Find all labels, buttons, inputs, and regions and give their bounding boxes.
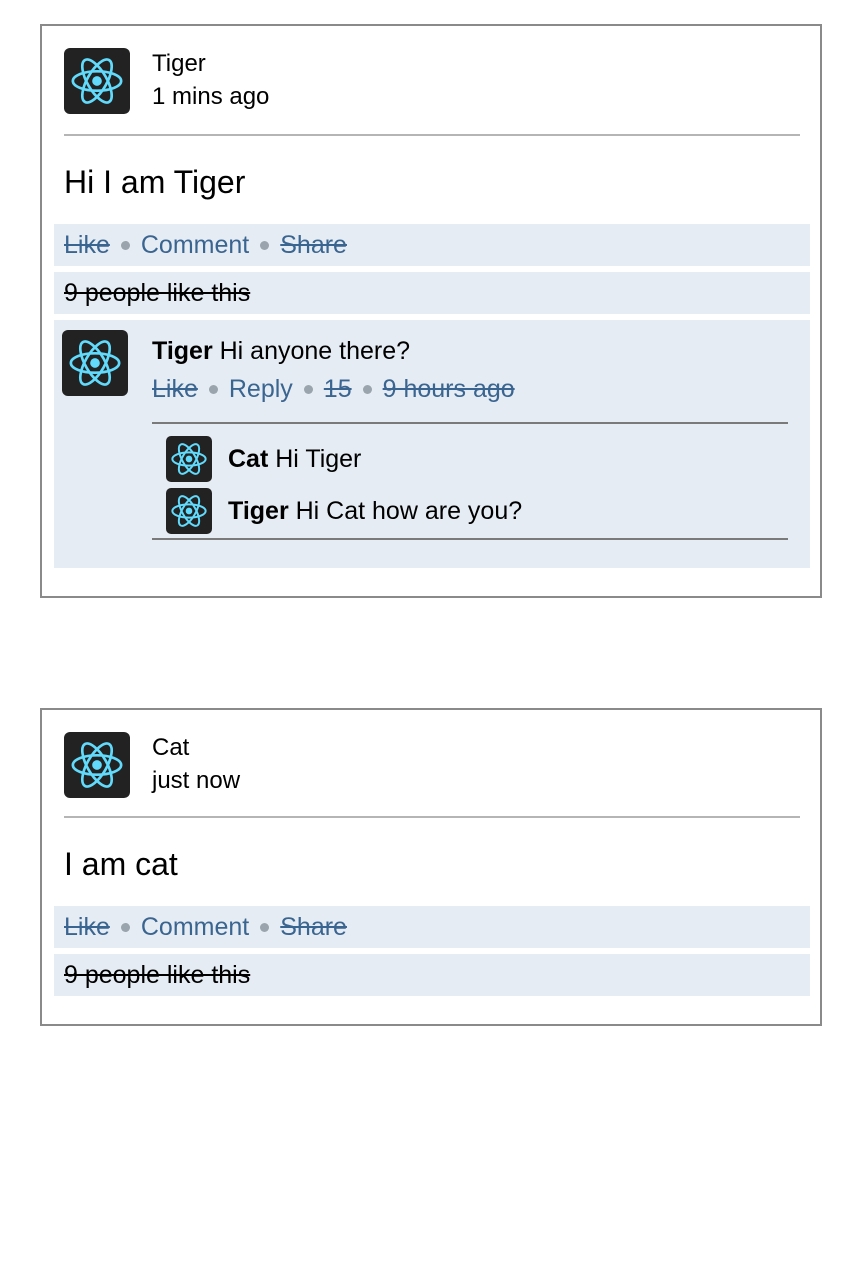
separator-dot (120, 240, 130, 250)
post-author[interactable]: Cat (152, 732, 652, 764)
react-atom-icon (71, 58, 123, 104)
comment-timestamp[interactable]: 9 hours ago (383, 374, 515, 404)
reply-item: Tiger Hi Cat how are you? (166, 488, 766, 534)
reply-author[interactable]: Cat (228, 445, 268, 473)
reply-link[interactable]: Reply (229, 374, 293, 404)
post-body: Hi I am Tiger (64, 164, 246, 200)
post-actions-bar: Like Comment Share (54, 906, 810, 948)
comment-like-link[interactable]: Like (152, 374, 198, 404)
reply-content: Tiger Hi Cat how are you? (228, 496, 522, 526)
comment-author[interactable]: Tiger (152, 337, 213, 365)
comment-actions: Like Reply 15 9 hours ago (152, 374, 515, 404)
separator-dot (208, 384, 218, 394)
reply-text: Hi Cat how are you? (295, 497, 523, 525)
post-body: I am cat (64, 846, 178, 882)
like-link[interactable]: Like (64, 231, 110, 260)
reply-author[interactable]: Tiger (228, 497, 289, 525)
share-link[interactable]: Share (280, 231, 347, 260)
separator-dot (260, 922, 270, 932)
react-atom-icon (171, 495, 207, 527)
post-timestamp: 1 mins ago (152, 83, 270, 110)
react-atom-icon (71, 742, 123, 788)
likes-count-text[interactable]: 9 people like this (64, 279, 250, 308)
separator-dot (362, 384, 372, 394)
react-atom-icon (69, 340, 121, 386)
like-link[interactable]: Like (64, 913, 110, 942)
likes-count-text[interactable]: 9 people like this (64, 961, 250, 990)
react-atom-icon (171, 443, 207, 475)
comments-section: Tiger Hi anyone there? Like Reply 15 9 h… (54, 320, 810, 568)
post-author[interactable]: Tiger (152, 48, 652, 80)
separator-dot (303, 384, 313, 394)
reply-avatar[interactable] (166, 488, 212, 534)
likes-summary: 9 people like this (54, 272, 810, 314)
divider (64, 816, 800, 818)
separator-dot (120, 922, 130, 932)
separator-dot (260, 240, 270, 250)
post-actions-bar: Like Comment Share (54, 224, 810, 266)
comment: Tiger Hi anyone there? Like Reply 15 9 h… (62, 330, 802, 403)
replies-list: Cat Hi Tiger Tiger Hi Cat how are you? (152, 422, 788, 540)
reply-content: Cat Hi Tiger (228, 444, 361, 474)
avatar[interactable] (64, 732, 130, 798)
avatar[interactable] (64, 48, 130, 114)
comment-avatar[interactable] (62, 330, 128, 396)
comment-link[interactable]: Comment (141, 913, 249, 942)
divider (64, 134, 800, 136)
comment-link[interactable]: Comment (141, 231, 249, 260)
post-card: Tiger 1 mins ago Hi I am Tiger Like Comm… (40, 24, 822, 598)
share-link[interactable]: Share (280, 913, 347, 942)
likes-summary: 9 people like this (54, 954, 810, 996)
comment-content: Tiger Hi anyone there? (152, 336, 410, 366)
post-timestamp: just now (152, 767, 241, 794)
reply-text: Hi Tiger (275, 445, 362, 473)
reply-avatar[interactable] (166, 436, 212, 482)
comment-like-count[interactable]: 15 (324, 374, 352, 404)
comment-text: Hi anyone there? (219, 337, 411, 365)
post-card: Cat just now I am cat Like Comment Share… (40, 708, 822, 1026)
reply-item: Cat Hi Tiger (166, 436, 766, 482)
